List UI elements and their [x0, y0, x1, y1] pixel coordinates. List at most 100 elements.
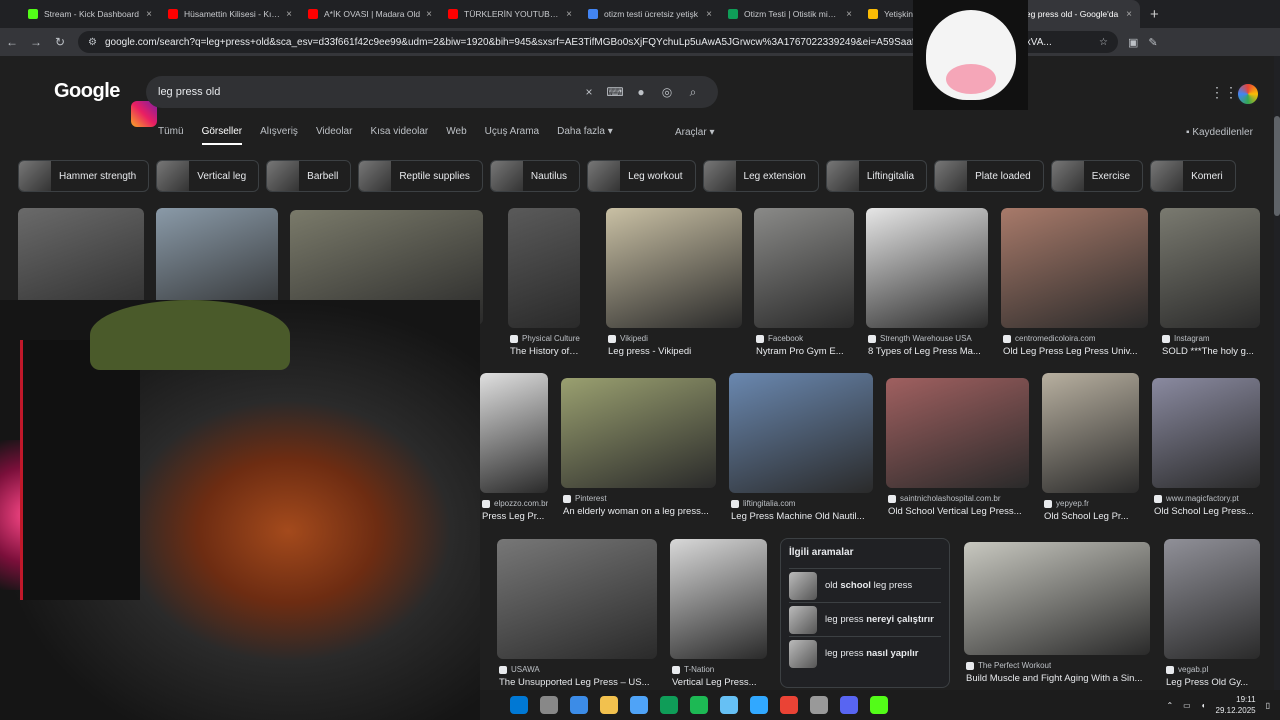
refinement-chip[interactable]: Komeri: [1150, 160, 1236, 192]
extensions-puzzle-icon[interactable]: ✎: [1148, 36, 1157, 49]
result-caption[interactable]: Nytram Pro Gym E...: [756, 346, 854, 357]
result-image[interactable]: [964, 542, 1150, 655]
result-source[interactable]: liftingitalia.com: [731, 499, 795, 508]
search-tab[interactable]: Kısa videolar: [370, 126, 428, 145]
extension-icon[interactable]: ▣: [1128, 36, 1138, 49]
taskbar-app-icon[interactable]: [510, 696, 528, 714]
browser-tab[interactable]: Stream - Kick Dashboard ×: [20, 0, 160, 28]
tab-close-icon[interactable]: ×: [566, 9, 572, 20]
new-tab-icon[interactable]: +: [1140, 6, 1169, 23]
bookmark-star-icon[interactable]: ☆: [1099, 37, 1108, 48]
refinement-chip[interactable]: Exercise: [1050, 160, 1144, 192]
keyboard-icon[interactable]: ⌨: [602, 85, 628, 99]
result-source[interactable]: Pinterest: [563, 494, 607, 503]
refinement-chip[interactable]: Reptile supplies: [358, 160, 483, 192]
result-source[interactable]: The Perfect Workout: [966, 661, 1051, 670]
result-source[interactable]: yepyep.fr: [1044, 499, 1089, 508]
result-image[interactable]: [729, 373, 873, 493]
search-tab[interactable]: Web: [446, 126, 466, 145]
refinement-chip[interactable]: Hammer strength: [18, 160, 150, 192]
result-caption[interactable]: Old School Leg Pr...: [1044, 511, 1139, 522]
result-caption[interactable]: Leg Press Old Gy...: [1166, 677, 1260, 688]
image-result[interactable]: Physical Culture St... The History of th…: [508, 208, 580, 360]
image-result[interactable]: Strength Warehouse USA 8 Types of Leg Pr…: [866, 208, 988, 360]
result-image[interactable]: [508, 208, 580, 328]
search-icon[interactable]: ⌕: [680, 85, 706, 100]
google-logo[interactable]: Google: [54, 80, 120, 103]
result-image[interactable]: [561, 378, 716, 488]
result-image[interactable]: [1164, 539, 1260, 659]
tab-close-icon[interactable]: ×: [846, 9, 852, 20]
result-caption[interactable]: Leg press - Vikipedi: [608, 346, 742, 357]
result-image[interactable]: [886, 378, 1029, 488]
search-input[interactable]: leg press old: [158, 86, 576, 98]
search-tab[interactable]: Videolar: [316, 126, 353, 145]
result-caption[interactable]: Old School Leg Press...: [1154, 506, 1260, 517]
lens-search-icon[interactable]: ◎: [654, 85, 680, 99]
image-result[interactable]: USAWA The Unsupported Leg Press – US...: [497, 539, 657, 691]
taskbar-app-icon[interactable]: [660, 696, 678, 714]
browser-tab[interactable]: otizm testi ücretsiz yetişk ×: [580, 0, 720, 28]
image-result[interactable]: Pinterest An elderly woman on a leg pres…: [561, 378, 716, 520]
search-tab[interactable]: Daha fazla ▾: [557, 126, 613, 145]
taskbar-app-icon[interactable]: [570, 696, 588, 714]
result-caption[interactable]: 8 Types of Leg Press Ma...: [868, 346, 988, 357]
result-source[interactable]: Facebook: [756, 334, 803, 343]
account-avatar[interactable]: [1236, 82, 1260, 106]
tab-close-icon[interactable]: ×: [286, 9, 292, 20]
browser-tab[interactable]: TÜRKLERİN YOUTUBE'U ×: [440, 0, 580, 28]
refinement-chip[interactable]: Plate loaded: [934, 160, 1044, 192]
result-caption[interactable]: SOLD ***The holy g...: [1162, 346, 1260, 357]
tab-close-icon[interactable]: ×: [1126, 9, 1132, 20]
result-caption[interactable]: An elderly woman on a leg press...: [563, 506, 716, 517]
image-result[interactable]: Vikipedi Leg press - Vikipedi: [606, 208, 742, 360]
result-image[interactable]: [1152, 378, 1260, 488]
search-box[interactable]: leg press old × ⌨ ● ◎ ⌕: [146, 76, 718, 108]
refinement-chip[interactable]: Barbell: [266, 160, 352, 192]
result-caption[interactable]: The History of the ...: [510, 346, 580, 357]
tools-button[interactable]: Araçlar ▾: [675, 127, 714, 138]
image-result[interactable]: www.magicfactory.pt Old School Leg Press…: [1152, 378, 1260, 520]
result-image[interactable]: [670, 539, 767, 659]
result-caption[interactable]: Build Muscle and Fight Aging With a Sin.…: [966, 673, 1150, 684]
result-source[interactable]: USAWA: [499, 665, 540, 674]
result-caption[interactable]: The Unsupported Leg Press – US...: [499, 677, 657, 688]
site-info-icon[interactable]: ⚙: [88, 37, 97, 48]
tab-close-icon[interactable]: ×: [146, 9, 152, 20]
result-image[interactable]: [754, 208, 854, 328]
image-result[interactable]: T-Nation Vertical Leg Press...: [670, 539, 767, 691]
scrollbar-thumb[interactable]: [1274, 116, 1280, 216]
voice-search-icon[interactable]: ●: [628, 85, 654, 99]
clear-search-icon[interactable]: ×: [576, 85, 602, 99]
result-image[interactable]: [1042, 373, 1139, 493]
result-image[interactable]: [606, 208, 742, 328]
result-caption[interactable]: Vertical Leg Press...: [672, 677, 767, 688]
taskbar-app-icon[interactable]: [810, 696, 828, 714]
image-result[interactable]: Instagram SOLD ***The holy g...: [1160, 208, 1260, 360]
search-tab[interactable]: Uçuş Arama: [485, 126, 539, 145]
refinement-chip[interactable]: Leg workout: [587, 160, 696, 192]
page-scrollbar[interactable]: [1274, 56, 1280, 690]
back-icon[interactable]: ←: [0, 35, 24, 49]
image-result[interactable]: saintnicholashospital.com.br Old School …: [886, 378, 1029, 520]
tray-chevron-icon[interactable]: ⌃: [1166, 701, 1173, 710]
result-source[interactable]: www.magicfactory.pt: [1154, 494, 1239, 503]
forward-icon[interactable]: →: [24, 35, 48, 49]
image-result[interactable]: yepyep.fr Old School Leg Pr...: [1042, 373, 1139, 525]
result-source[interactable]: saintnicholashospital.com.br: [888, 494, 1001, 503]
result-caption[interactable]: Old School Vertical Leg Press...: [888, 506, 1029, 517]
refinement-chip[interactable]: Liftingitalia: [825, 160, 928, 192]
result-source[interactable]: elpozzo.com.br: [482, 499, 548, 508]
notification-icon[interactable]: ▯: [1266, 701, 1270, 710]
result-source[interactable]: Strength Warehouse USA: [868, 334, 972, 343]
taskbar-app-icon[interactable]: [540, 696, 558, 714]
taskbar-app-icon[interactable]: [720, 696, 738, 714]
browser-tab[interactable]: A*İK OVASI | Madara Old ×: [300, 0, 440, 28]
taskbar-app-icon[interactable]: [690, 696, 708, 714]
image-result[interactable]: vegab.pl Leg Press Old Gy...: [1164, 539, 1260, 691]
image-result[interactable]: Facebook Nytram Pro Gym E...: [754, 208, 854, 360]
result-source[interactable]: centromedicoloira.com: [1003, 334, 1095, 343]
result-caption[interactable]: Leg Press Machine Old Nautil...: [731, 511, 873, 522]
result-image[interactable]: [1160, 208, 1260, 328]
search-tab[interactable]: Görseller: [201, 126, 243, 145]
